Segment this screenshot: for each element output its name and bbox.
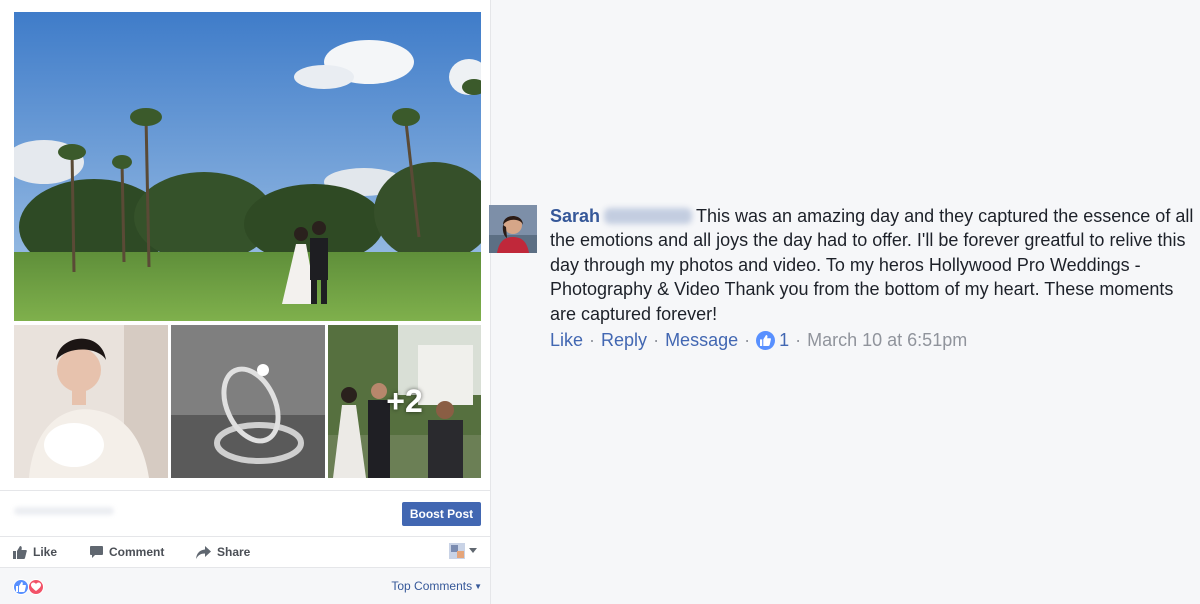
like-badge-icon xyxy=(756,331,776,350)
post-comment-button[interactable]: Comment xyxy=(90,538,164,566)
share-arrow-icon xyxy=(196,545,211,559)
comment-icon xyxy=(90,545,103,558)
separator-dot: · xyxy=(795,330,802,350)
post-comment-label: Comment xyxy=(109,545,165,559)
commenter-avatar[interactable] xyxy=(489,205,537,253)
separator-dot: · xyxy=(744,330,751,350)
author-surname-redacted xyxy=(604,208,693,224)
separator-dot: · xyxy=(589,330,596,350)
post-card: +2 Boost Post Like Comment Share Top Com… xyxy=(0,0,491,604)
comment-actions: Like · Reply · Message · 1 · March 10 at… xyxy=(550,330,967,351)
post-insights-redacted xyxy=(14,507,114,515)
chevron-down-icon xyxy=(469,548,477,553)
separator-dot: · xyxy=(653,330,660,350)
post-share-label: Share xyxy=(217,545,251,559)
comment-sort-label: Top Comments xyxy=(391,579,473,593)
more-photos-count: +2 xyxy=(386,383,423,419)
post-action-bar: Like Comment Share xyxy=(0,538,490,566)
comment-reply-link[interactable]: Reply xyxy=(601,330,647,351)
divider xyxy=(0,536,490,537)
love-reaction-icon xyxy=(28,579,44,595)
like-count-value: 1 xyxy=(779,330,790,350)
comment-message-link[interactable]: Message xyxy=(665,330,738,351)
post-share-button[interactable]: Share xyxy=(196,538,250,566)
like-reaction-icon xyxy=(13,579,29,595)
comment-timestamp[interactable]: March 10 at 6:51pm xyxy=(807,330,967,351)
comment-author-name[interactable]: Sarah xyxy=(550,206,600,226)
comment-like-count[interactable]: 1 xyxy=(756,330,789,351)
main-photo[interactable] xyxy=(14,12,481,321)
boost-post-button[interactable]: Boost Post xyxy=(402,502,481,526)
divider xyxy=(0,490,490,491)
photo-thumbnail-rings[interactable] xyxy=(171,325,325,478)
post-like-button[interactable]: Like xyxy=(13,538,57,566)
thumbs-up-icon xyxy=(13,545,27,559)
photo-thumbnail-couple-walking[interactable]: +2 xyxy=(328,325,481,478)
comment-sort-dropdown[interactable]: Top Comments ▼ xyxy=(391,579,482,593)
post-like-label: Like xyxy=(33,545,58,559)
comment-like-link[interactable]: Like xyxy=(550,330,583,351)
page-selector[interactable] xyxy=(449,543,478,559)
reaction-summary[interactable] xyxy=(13,579,47,595)
comment-body: Sarah This was an amazing day and they ca… xyxy=(550,204,1200,326)
caret-down-icon: ▼ xyxy=(474,581,482,591)
reactions-bar: Top Comments ▼ xyxy=(0,568,490,604)
photo-thumbnail-bride[interactable] xyxy=(14,325,168,478)
page-avatar-icon xyxy=(449,543,465,559)
